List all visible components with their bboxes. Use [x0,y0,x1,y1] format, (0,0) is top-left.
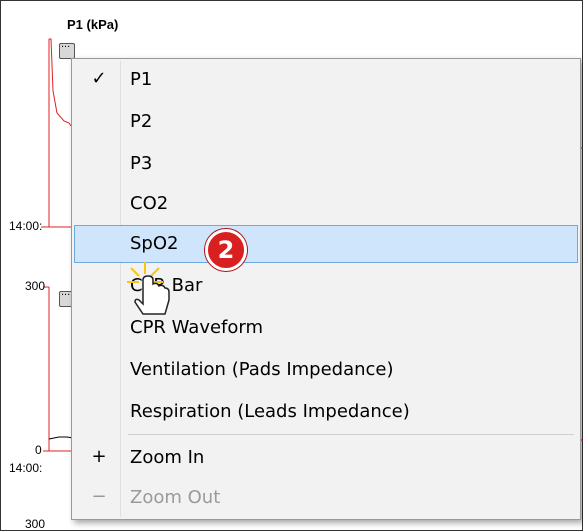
menu-item-ventilation[interactable]: Ventilation (Pads Impedance) [74,351,578,389]
menu-item-label: CO2 [130,193,169,214]
menu-item-label: Zoom In [130,447,205,468]
menu-item-zoom-out: − Zoom Out [74,479,578,517]
plot-title-top: P1 (kPa) [67,17,119,32]
y-tick-300-bottom: 300 [25,517,46,531]
menu-item-label: CPR Waveform [130,317,264,338]
menu-item-label: SpO2 [130,233,179,254]
p1-trace-mid [48,436,74,440]
menu-item-zoom-in[interactable]: + Zoom In [74,439,578,477]
hand-cursor-icon [127,262,170,315]
menu-item-label: Zoom Out [130,487,221,508]
check-icon: ✓ [91,68,107,89]
menu-item-spo2[interactable]: SpO2 [74,225,578,263]
plus-icon: + [91,446,107,467]
menu-item-p2[interactable]: P2 [74,103,578,141]
plot-menu-button-top[interactable] [59,38,75,59]
menu-item-label: P1 [130,69,153,90]
y-tick-0: 0 [35,443,42,457]
menu-item-p1[interactable]: ✓ P1 [74,61,578,99]
menu-item-p3[interactable]: P3 [74,145,578,183]
menu-item-label: P3 [130,153,153,174]
menu-item-respiration[interactable]: Respiration (Leads Impedance) [74,393,578,431]
time-label-bottom: 14:00: [9,461,43,475]
minus-icon: − [91,486,107,507]
menu-item-label: Respiration (Leads Impedance) [130,401,410,422]
menu-item-label: P2 [130,111,153,132]
menu-item-label: Ventilation (Pads Impedance) [130,359,394,380]
time-label-top: 14:00: [9,219,43,233]
menu-separator [128,434,574,435]
menu-item-co2[interactable]: CO2 [74,185,578,223]
y-tick-300: 300 [25,279,46,293]
step-callout-badge: 2 [205,229,247,271]
